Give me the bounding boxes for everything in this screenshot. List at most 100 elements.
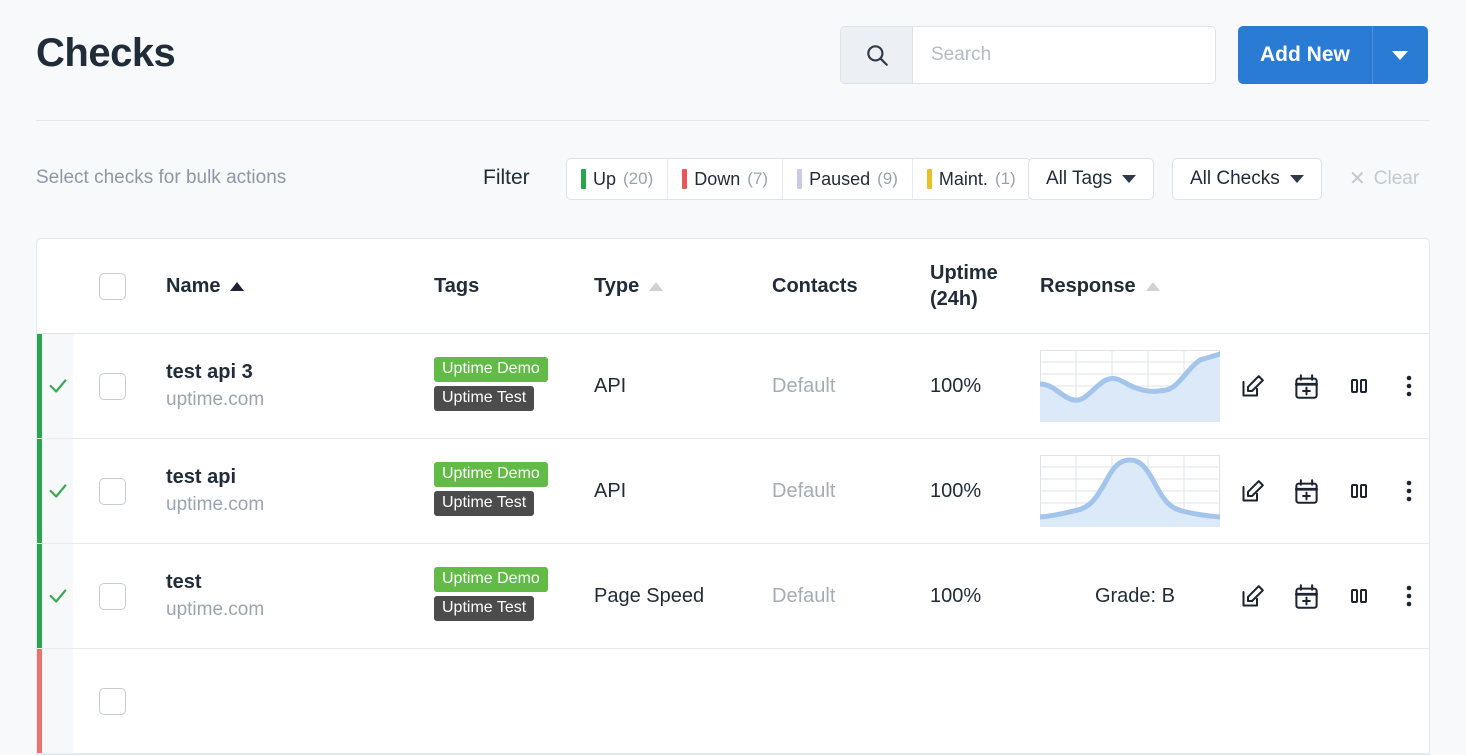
column-header-type[interactable]: Type (594, 275, 772, 298)
search-input[interactable] (913, 27, 1215, 83)
column-header-type-label: Type (594, 275, 639, 298)
add-new-button[interactable]: Add New (1238, 26, 1372, 84)
tag-chip[interactable]: Uptime Demo (434, 567, 548, 592)
check-icon (47, 585, 69, 607)
chevron-down-icon (1392, 51, 1408, 60)
add-new-dropdown-button[interactable] (1372, 26, 1428, 84)
status-filter-down[interactable]: Down (7) (668, 159, 783, 199)
response-sparkline (1040, 455, 1220, 527)
pause-icon[interactable] (1347, 479, 1371, 503)
add-new-group[interactable]: Add New (1238, 26, 1428, 84)
calendar-plus-icon[interactable] (1293, 373, 1320, 400)
status-filter-up-count: (20) (623, 169, 653, 189)
filter-label: Filter (483, 166, 530, 190)
tag-chip[interactable]: Uptime Test (434, 386, 534, 411)
clear-label: Clear (1374, 168, 1419, 190)
row-actions (1230, 583, 1429, 610)
column-header-contacts[interactable]: Contacts (772, 275, 930, 298)
more-vertical-icon[interactable] (1398, 583, 1420, 609)
column-header-response-label: Response (1040, 275, 1136, 298)
status-filter-down-count: (7) (747, 169, 768, 189)
status-check-wrap (42, 334, 73, 438)
table-header-row: Name Tags Type Contacts Uptime (24h) Res… (37, 239, 1429, 334)
pause-icon[interactable] (1347, 374, 1371, 398)
header-status-spacer (37, 239, 73, 333)
status-filter-maint[interactable]: Maint. (1) (913, 159, 1030, 199)
status-pip-paused (797, 169, 802, 189)
status-filter-group: Up (20) Down (7) Paused (9) Maint. (1) (566, 158, 1031, 200)
pause-icon[interactable] (1347, 584, 1371, 608)
column-header-response[interactable]: Response (1040, 275, 1230, 298)
status-filter-maint-count: (1) (995, 169, 1016, 189)
calendar-plus-icon[interactable] (1293, 583, 1320, 610)
all-tags-dropdown[interactable]: All Tags (1028, 158, 1154, 200)
search-icon (841, 27, 913, 83)
table-row[interactable]: test uptime.com Uptime Demo Uptime Test … (37, 544, 1429, 649)
chevron-down-icon (1122, 175, 1136, 183)
clear-filters-button[interactable]: ✕ Clear (1335, 158, 1433, 200)
row-type: API (594, 480, 772, 503)
row-status (37, 439, 73, 543)
search-box[interactable] (840, 26, 1216, 84)
calendar-plus-icon[interactable] (1293, 478, 1320, 505)
row-checkbox[interactable] (99, 478, 126, 505)
table-row[interactable]: test api 3 uptime.com Uptime Demo Uptime… (37, 334, 1429, 439)
chevron-down-icon (1290, 175, 1304, 183)
more-vertical-icon[interactable] (1398, 373, 1420, 399)
row-select-cell (73, 688, 151, 715)
close-icon: ✕ (1349, 169, 1366, 189)
row-status (37, 334, 73, 438)
status-filter-up[interactable]: Up (20) (567, 159, 668, 199)
more-vertical-icon[interactable] (1398, 478, 1420, 504)
page-title: Checks (36, 28, 175, 78)
row-response-cell (1040, 350, 1230, 422)
edit-icon[interactable] (1239, 373, 1266, 400)
row-url: uptime.com (166, 386, 434, 414)
status-pip-maint (927, 169, 932, 189)
row-contacts: Default (772, 480, 930, 503)
tag-chip[interactable]: Uptime Demo (434, 357, 548, 382)
status-filter-up-label: Up (593, 169, 616, 190)
status-filter-paused-count: (9) (877, 169, 898, 189)
row-select-cell (73, 373, 151, 400)
column-header-uptime-line1: Uptime (930, 260, 1040, 286)
row-name-cell[interactable]: test uptime.com (151, 568, 434, 624)
column-header-name[interactable]: Name (151, 275, 434, 298)
sort-ascending-icon (649, 282, 663, 291)
column-header-name-label: Name (166, 275, 220, 298)
row-select-cell (73, 583, 151, 610)
column-header-tags[interactable]: Tags (434, 275, 594, 298)
column-header-contacts-label: Contacts (772, 275, 858, 298)
all-checks-dropdown[interactable]: All Checks (1172, 158, 1322, 200)
status-pip-down (682, 169, 687, 189)
edit-icon[interactable] (1239, 583, 1266, 610)
table-row[interactable] (37, 649, 1429, 754)
status-check-wrap (42, 544, 73, 648)
sort-ascending-icon (1146, 282, 1160, 291)
tag-chip[interactable]: Uptime Demo (434, 462, 548, 487)
row-name: test api (166, 463, 434, 491)
column-header-uptime[interactable]: Uptime (24h) (930, 260, 1040, 312)
row-status (37, 649, 73, 753)
row-tags-cell: Uptime Demo Uptime Test (434, 357, 594, 415)
page-header: Checks Add New (0, 0, 1466, 120)
all-checks-label: All Checks (1190, 168, 1280, 190)
row-checkbox[interactable] (99, 688, 126, 715)
status-filter-paused-label: Paused (809, 169, 870, 190)
edit-icon[interactable] (1239, 478, 1266, 505)
table-row[interactable]: test api uptime.com Uptime Demo Uptime T… (37, 439, 1429, 544)
row-name-cell[interactable]: test api uptime.com (151, 463, 434, 519)
row-name: test (166, 568, 434, 596)
sort-ascending-icon (230, 282, 244, 291)
tag-chip[interactable]: Uptime Test (434, 491, 534, 516)
tag-chip[interactable]: Uptime Test (434, 596, 534, 621)
row-checkbox[interactable] (99, 373, 126, 400)
row-contacts: Default (772, 375, 930, 398)
status-filter-paused[interactable]: Paused (9) (783, 159, 913, 199)
row-uptime: 100% (930, 375, 1040, 398)
all-tags-label: All Tags (1046, 168, 1112, 190)
row-type: API (594, 375, 772, 398)
row-checkbox[interactable] (99, 583, 126, 610)
select-all-checkbox[interactable] (99, 273, 126, 300)
row-name-cell[interactable]: test api 3 uptime.com (151, 358, 434, 414)
